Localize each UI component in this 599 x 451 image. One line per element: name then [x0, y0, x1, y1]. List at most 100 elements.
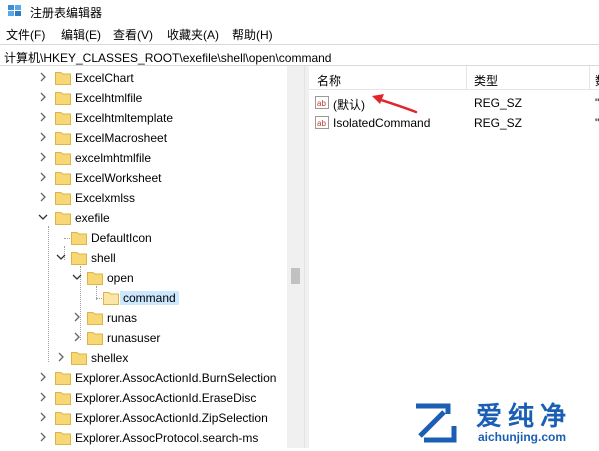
tree-item-label[interactable]: Excelhtmltemplate: [75, 111, 173, 125]
chevron-right-icon[interactable]: [38, 172, 48, 182]
chevron-right-icon[interactable]: [38, 112, 48, 122]
column-type-header[interactable]: 类型: [474, 72, 498, 89]
tree-item-label[interactable]: excelmhtmlfile: [75, 151, 151, 165]
chevron-right-icon[interactable]: [72, 312, 82, 322]
list-row-isolatedcommand[interactable]: ab IsolatedCommand REG_SZ ": [309, 113, 599, 133]
tree-item-shellex[interactable]: shellex: [0, 348, 288, 368]
chevron-right-icon[interactable]: [38, 372, 48, 382]
folder-icon: [71, 252, 87, 265]
tree-item-excelworksheet[interactable]: ExcelWorksheet: [0, 168, 288, 188]
folder-icon: [55, 92, 71, 105]
value-name[interactable]: (默认): [333, 96, 365, 113]
column-name-header[interactable]: 名称: [317, 72, 341, 89]
value-name[interactable]: IsolatedCommand: [333, 116, 430, 130]
folder-icon: [55, 432, 71, 445]
tree-item-shell[interactable]: shell: [0, 248, 288, 268]
chevron-right-icon[interactable]: [38, 412, 48, 422]
tree-item-label[interactable]: ExcelMacrosheet: [75, 131, 167, 145]
tree-item-exefile[interactable]: exefile: [0, 208, 288, 228]
tree-item-label[interactable]: ExcelChart: [75, 71, 134, 85]
chevron-right-icon[interactable]: [38, 132, 48, 142]
address-bar[interactable]: 计算机\HKEY_CLASSES_ROOT\exefile\shell\open…: [0, 44, 599, 66]
list-header: 名称 类型 数: [309, 66, 599, 90]
tree-item-runas[interactable]: runas: [0, 308, 288, 328]
red-arrow-icon: [372, 94, 418, 114]
tree-item-burnselection[interactable]: Explorer.AssocActionId.BurnSelection: [0, 368, 288, 388]
tree-item-label[interactable]: shell: [91, 251, 116, 265]
tree-item-label-selected[interactable]: command: [120, 291, 179, 305]
chevron-right-icon[interactable]: [38, 92, 48, 102]
tree-item-command[interactable]: command: [0, 288, 288, 308]
tree-item-excelxmlss[interactable]: Excelxmlss: [0, 188, 288, 208]
tree-item-label[interactable]: DefaultIcon: [91, 231, 152, 245]
tree-item-label[interactable]: Excelxmlss: [75, 191, 135, 205]
tree-item-label[interactable]: ExcelWorksheet: [75, 171, 161, 185]
tree-item-runasuser[interactable]: runasuser: [0, 328, 288, 348]
list-row-default[interactable]: ab (默认) REG_SZ ": [309, 93, 599, 113]
folder-icon: [71, 352, 87, 365]
tree-item-label[interactable]: Explorer.AssocActionId.EraseDisc: [75, 391, 256, 405]
chevron-right-icon[interactable]: [56, 352, 66, 362]
column-divider[interactable]: [466, 66, 467, 90]
tree-item-search-ms[interactable]: Explorer.AssocProtocol.search-ms: [0, 428, 288, 448]
chevron-right-icon[interactable]: [38, 392, 48, 402]
tree-item-excelmhtmlfile[interactable]: excelmhtmlfile: [0, 148, 288, 168]
value-data: ": [595, 96, 599, 110]
string-value-icon: ab: [315, 116, 329, 129]
tree-item-excelhtmlfile[interactable]: Excelhtmlfile: [0, 88, 288, 108]
folder-open-icon: [103, 292, 119, 305]
window-title: 注册表编辑器: [30, 6, 103, 20]
watermark: 爱纯净 aichunjing.com: [408, 396, 598, 448]
tree-item-label[interactable]: runasuser: [107, 331, 160, 345]
chevron-right-icon[interactable]: [38, 152, 48, 162]
tree-item-excelhtmltemplate[interactable]: Excelhtmltemplate: [0, 108, 288, 128]
chevron-down-icon[interactable]: [56, 252, 66, 262]
chevron-down-icon[interactable]: [72, 272, 82, 282]
tree-item-zipselection[interactable]: Explorer.AssocActionId.ZipSelection: [0, 408, 288, 428]
folder-icon: [55, 172, 71, 185]
tree-item-label[interactable]: runas: [107, 311, 137, 325]
tree-item-label[interactable]: Explorer.AssocActionId.BurnSelection: [75, 371, 276, 385]
tree-item-open[interactable]: open: [0, 268, 288, 288]
menu-edit[interactable]: 编辑(E): [61, 26, 101, 43]
column-divider[interactable]: [589, 66, 590, 90]
tree-item-excelmacrosheet[interactable]: ExcelMacrosheet: [0, 128, 288, 148]
chevron-down-icon[interactable]: [38, 212, 48, 222]
folder-icon: [55, 152, 71, 165]
menu-favorites[interactable]: 收藏夹(A): [167, 26, 219, 43]
value-type: REG_SZ: [474, 116, 523, 130]
value-data: ": [595, 116, 599, 130]
tree-item-label[interactable]: Excelhtmlfile: [75, 91, 142, 105]
address-path[interactable]: 计算机\HKEY_CLASSES_ROOT\exefile\shell\open…: [4, 49, 331, 66]
tree-item-excelchart[interactable]: ExcelChart: [0, 68, 288, 88]
tree-item-label[interactable]: open: [107, 271, 134, 285]
values-list: 名称 类型 数 ab (默认) REG_SZ " ab IsolatedComm…: [309, 66, 599, 448]
tree-item-erasedisc[interactable]: Explorer.AssocActionId.EraseDisc: [0, 388, 288, 408]
menu-view[interactable]: 查看(V): [113, 26, 153, 43]
menu-help[interactable]: 帮助(H): [232, 26, 273, 43]
chevron-right-icon[interactable]: [38, 432, 48, 442]
scrollbar-thumb[interactable]: [291, 268, 300, 284]
folder-icon: [87, 332, 103, 345]
menu-bar: 文件(F) 编辑(E) 查看(V) 收藏夹(A) 帮助(H): [0, 22, 599, 44]
folder-icon: [55, 212, 71, 225]
svg-text:ab: ab: [317, 119, 326, 128]
column-data-header[interactable]: 数: [595, 72, 599, 89]
folder-icon: [55, 392, 71, 405]
tree-item-label[interactable]: Explorer.AssocProtocol.search-ms: [75, 431, 258, 445]
title-bar: 注册表编辑器: [0, 0, 599, 22]
menu-file[interactable]: 文件(F): [6, 26, 45, 43]
watermark-url: aichunjing.com: [478, 430, 567, 444]
watermark-brand: 爱纯净: [476, 402, 573, 432]
chevron-right-icon[interactable]: [72, 332, 82, 342]
tree-item-label[interactable]: shellex: [91, 351, 128, 365]
tree-item-defaulticon[interactable]: DefaultIcon: [0, 228, 288, 248]
folder-icon: [87, 272, 103, 285]
tree-scrollbar[interactable]: [287, 66, 304, 448]
tree-item-label[interactable]: Explorer.AssocActionId.ZipSelection: [75, 411, 268, 425]
tree-item-label[interactable]: exefile: [75, 211, 110, 225]
chevron-right-icon[interactable]: [38, 72, 48, 82]
chevron-right-icon[interactable]: [38, 192, 48, 202]
folder-icon: [55, 112, 71, 125]
folder-icon: [71, 232, 87, 245]
